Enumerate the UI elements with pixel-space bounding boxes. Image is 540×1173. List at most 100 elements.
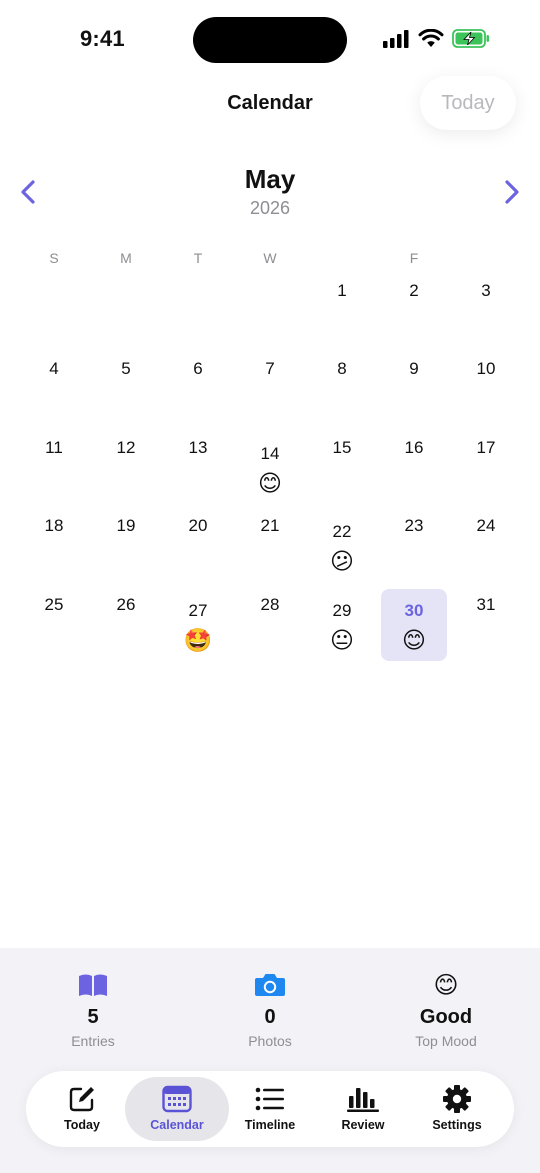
day-cell[interactable]: 24 <box>453 510 519 582</box>
signal-icon <box>383 29 409 48</box>
mood-emoji-icon: 😐 <box>330 627 354 653</box>
day-cell[interactable]: 19 <box>93 510 159 582</box>
day-cell[interactable]: 7 <box>237 353 303 425</box>
day-cell[interactable]: 2 <box>381 275 447 347</box>
day-number: 4 <box>49 359 59 378</box>
month-name: May <box>244 164 296 194</box>
day-cell[interactable]: 6 <box>165 353 231 425</box>
day-number: 10 <box>476 359 496 378</box>
book-icon <box>79 974 107 996</box>
day-number: 31 <box>476 595 496 614</box>
day-number: 21 <box>260 516 280 535</box>
day-cell[interactable]: 10 <box>453 353 519 425</box>
day-number: 8 <box>337 359 347 378</box>
day-number: 29 <box>332 601 352 620</box>
day-cell[interactable]: 25 <box>21 589 87 661</box>
tab-label: Settings <box>432 1118 482 1132</box>
day-number: 9 <box>409 359 419 378</box>
tab-label: Calendar <box>150 1118 204 1132</box>
tab-review[interactable]: Review <box>315 1077 411 1141</box>
tab-today[interactable]: Today <box>34 1077 130 1141</box>
mood-emoji-icon: 🤩 <box>183 627 213 653</box>
day-cell[interactable]: 9 <box>381 353 447 425</box>
day-cell[interactable]: 8 <box>309 353 375 425</box>
chevron-right-icon <box>505 180 519 204</box>
day-cell[interactable]: 28 <box>237 589 303 661</box>
calendar-icon <box>162 1085 192 1113</box>
entries-stat: 5 Entries <box>23 970 163 1049</box>
tab-settings[interactable]: Settings <box>409 1077 505 1141</box>
day-cell[interactable]: 12 <box>93 432 159 504</box>
tab-label: Review <box>341 1118 385 1132</box>
tab-timeline[interactable]: Timeline <box>222 1077 318 1141</box>
photos-label: Photos <box>248 1033 292 1049</box>
day-cell[interactable]: 1 <box>309 275 375 347</box>
day-number: 12 <box>116 438 136 457</box>
day-number: 6 <box>193 359 203 378</box>
day-cell[interactable]: 18 <box>21 510 87 582</box>
day-number: 20 <box>188 516 208 535</box>
day-number: 11 <box>45 438 63 457</box>
day-cell[interactable]: 15 <box>309 432 375 504</box>
next-month-button[interactable] <box>499 178 525 206</box>
day-number: 2 <box>409 281 419 300</box>
day-cell[interactable]: 5 <box>93 353 159 425</box>
top-mood-label: Top Mood <box>415 1033 477 1049</box>
day-cell[interactable]: 29 😐 <box>309 589 375 661</box>
tab-label: Timeline <box>244 1118 296 1132</box>
day-cell[interactable]: 16 <box>381 432 447 504</box>
battery-icon <box>452 29 489 48</box>
day-cell[interactable]: 27 🤩 <box>165 589 231 661</box>
mood-emoji-icon: 😊 <box>402 627 426 653</box>
day-number: 16 <box>404 438 424 457</box>
smiling-face-icon: 😊 <box>433 971 459 999</box>
day-cell[interactable]: 31 <box>453 589 519 661</box>
day-cell[interactable]: 3 <box>453 275 519 347</box>
day-cell[interactable]: 20 <box>165 510 231 582</box>
day-cell[interactable]: 23 <box>381 510 447 582</box>
day-number: 26 <box>116 595 136 614</box>
day-cell[interactable]: 14 😊 <box>237 432 303 504</box>
top-mood-stat: 😊 Good Top Mood <box>376 970 516 1050</box>
entries-label: Entries <box>71 1033 115 1049</box>
compose-icon <box>69 1087 94 1112</box>
day-cell[interactable]: 17 <box>453 432 519 504</box>
photos-count: 0 <box>264 1006 276 1028</box>
entries-count: 5 <box>87 1006 99 1028</box>
day-number: 17 <box>476 438 496 457</box>
day-number: 25 <box>44 595 64 614</box>
status-icons <box>382 29 490 48</box>
tab-calendar[interactable]: Calendar <box>125 1077 229 1141</box>
day-number: 14 <box>260 444 280 463</box>
day-cell[interactable]: 26 <box>93 589 159 661</box>
day-cell[interactable]: 13 <box>165 432 231 504</box>
day-number: 27 <box>188 601 208 620</box>
day-number: 5 <box>121 359 131 378</box>
day-number: 22 <box>332 522 352 541</box>
weekday-label: T <box>193 250 203 266</box>
today-button[interactable]: Today <box>420 76 516 130</box>
chart-icon <box>347 1088 379 1112</box>
day-number: 18 <box>44 516 64 535</box>
day-cell[interactable]: 4 <box>21 353 87 425</box>
camera-icon <box>255 974 285 996</box>
weekday-label: M <box>120 250 132 266</box>
tab-label: Today <box>64 1118 100 1132</box>
tab-bar: Today Calendar Timeline Review Settings <box>26 1071 514 1147</box>
day-cell[interactable]: 22 😕 <box>309 510 375 582</box>
day-cell[interactable]: 11 <box>21 432 87 504</box>
weekday-label: W <box>263 250 277 266</box>
day-number: 13 <box>188 438 208 457</box>
day-number: 30 <box>404 601 424 620</box>
month-year: 2026 <box>249 198 291 218</box>
gear-icon <box>443 1085 471 1113</box>
day-number: 19 <box>116 516 136 535</box>
day-cell[interactable]: 21 <box>237 510 303 582</box>
day-number: 7 <box>265 359 275 378</box>
weekday-label: F <box>409 250 419 266</box>
day-cell-selected[interactable]: 30 😊 <box>381 589 447 661</box>
day-number: 3 <box>481 281 491 300</box>
weekday-label: S <box>49 250 59 266</box>
status-time: 9:41 <box>80 26 125 51</box>
list-icon <box>255 1087 284 1111</box>
